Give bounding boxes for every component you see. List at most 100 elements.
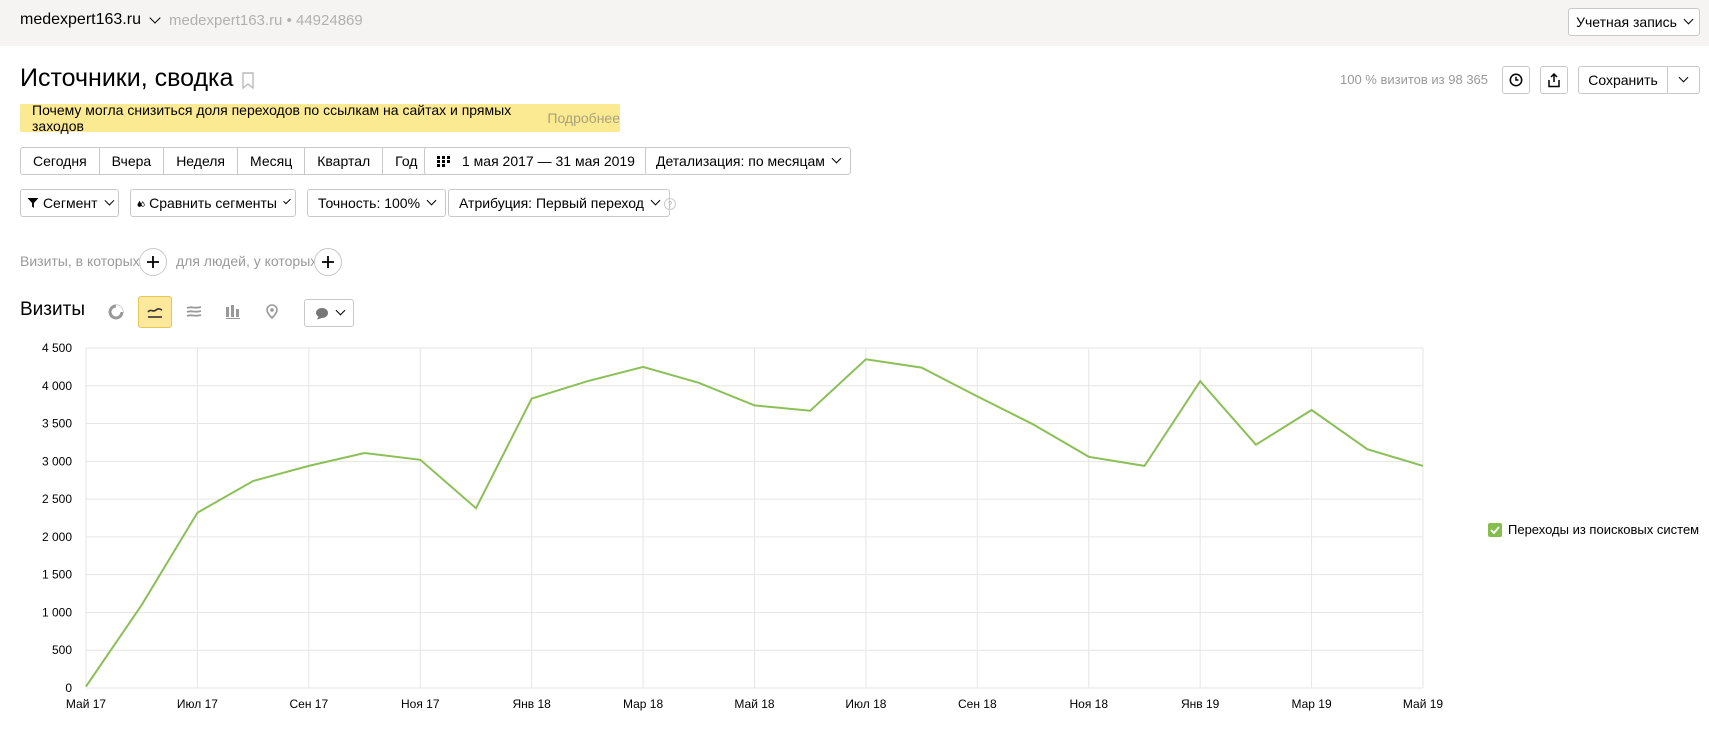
detail-label: Детализация: по месяцам [656, 153, 825, 169]
data-point[interactable] [248, 476, 258, 486]
save-dropdown-button[interactable] [1668, 66, 1700, 94]
y-tick-label: 0 [65, 681, 72, 695]
data-point[interactable] [694, 378, 704, 388]
data-point[interactable] [1028, 419, 1038, 429]
compare-drops-icon [137, 200, 145, 207]
chevron-down-icon [1678, 72, 1689, 83]
chevron-down-icon [335, 305, 345, 316]
segment-dropdown[interactable]: Сегмент [20, 189, 119, 217]
period-today[interactable]: Сегодня [21, 148, 100, 174]
area-view-button[interactable] [177, 296, 211, 328]
map-view-button[interactable] [255, 296, 289, 328]
compare-label: Сравнить сегменты [149, 195, 277, 211]
bookmark-icon[interactable] [242, 72, 254, 89]
data-point[interactable] [1362, 444, 1372, 454]
data-point[interactable] [415, 455, 425, 465]
pie-chart-icon [108, 304, 124, 320]
x-tick-label: Ноя 17 [401, 697, 440, 711]
pie-view-button[interactable] [99, 296, 133, 328]
data-point[interactable] [1195, 376, 1205, 386]
x-tick-label: Июл 17 [177, 697, 218, 711]
data-point[interactable] [861, 354, 871, 364]
data-point[interactable] [805, 406, 815, 416]
comments-dropdown[interactable] [304, 299, 354, 327]
y-tick-label: 2 000 [42, 530, 72, 544]
y-tick-label: 4 000 [42, 379, 72, 393]
data-point[interactable] [304, 461, 314, 471]
site-name: medexpert163.ru [20, 11, 141, 28]
chevron-down-icon [426, 195, 437, 206]
x-tick-label: Мар 19 [1291, 697, 1331, 711]
period-month[interactable]: Месяц [238, 148, 306, 174]
compare-segments-dropdown[interactable]: Сравнить сегменты [130, 189, 296, 217]
account-button[interactable]: Учетная запись [1568, 8, 1700, 36]
share-icon [1548, 72, 1560, 87]
y-tick-label: 2 500 [42, 492, 72, 506]
top-bar: medexpert163.ru medexpert163.ru • 449248… [0, 0, 1709, 46]
data-point[interactable] [1418, 461, 1428, 471]
x-tick-label: Янв 19 [1181, 697, 1220, 711]
notice-more-link[interactable]: Подробнее [547, 110, 620, 126]
data-point[interactable] [527, 394, 537, 404]
data-point[interactable] [192, 508, 202, 518]
notice-banner: Почему могла снизиться доля переходов по… [20, 102, 620, 134]
data-point[interactable] [360, 448, 370, 458]
period-year[interactable]: Год [383, 148, 429, 174]
x-tick-label: Сен 18 [958, 697, 997, 711]
period-quarter[interactable]: Квартал [305, 148, 384, 174]
notice-text: Почему могла снизиться доля переходов по… [32, 102, 512, 134]
site-switcher[interactable]: medexpert163.ru [20, 11, 161, 29]
period-week[interactable]: Неделя [164, 148, 239, 174]
x-tick-label: Мар 18 [623, 697, 663, 711]
history-button[interactable] [1502, 66, 1530, 94]
map-pin-icon [266, 304, 278, 320]
detail-dropdown[interactable]: Детализация: по месяцам [645, 147, 851, 175]
add-visit-condition-button[interactable] [139, 248, 167, 276]
y-tick-label: 3 000 [42, 454, 72, 468]
data-point[interactable] [81, 681, 91, 691]
data-point[interactable] [1084, 452, 1094, 462]
x-tick-label: Сен 17 [290, 697, 329, 711]
data-point[interactable] [582, 376, 592, 386]
line-view-button[interactable] [138, 296, 172, 328]
legend-label: Переходы из поисковых систем [1508, 522, 1700, 537]
period-selector: Сегодня Вчера Неделя Месяц Квартал Год [20, 147, 431, 175]
segment-label: Сегмент [42, 195, 98, 211]
plus-icon [322, 256, 334, 268]
legend-item-search-engines[interactable]: Переходы из поисковых систем [1488, 522, 1699, 537]
data-point[interactable] [750, 400, 760, 410]
export-button[interactable] [1540, 66, 1568, 94]
add-people-condition-button[interactable] [314, 248, 342, 276]
stacked-bar-icon [226, 305, 240, 319]
x-tick-label: Май 18 [734, 697, 775, 711]
data-point[interactable] [638, 362, 648, 372]
save-button[interactable]: Сохранить [1578, 66, 1668, 94]
calendar-icon [437, 155, 450, 167]
bar-view-button[interactable] [216, 296, 250, 328]
date-range-button[interactable]: 1 мая 2017 — 31 мая 2019 [424, 147, 648, 175]
chevron-down-icon [149, 11, 161, 24]
data-point[interactable] [471, 503, 481, 513]
data-point[interactable] [1139, 461, 1149, 471]
checkbox-checked-icon[interactable] [1488, 522, 1502, 537]
accuracy-label: Точность: 100% [318, 195, 421, 211]
data-point[interactable] [137, 600, 147, 610]
date-range-label: 1 мая 2017 — 31 мая 2019 [462, 153, 635, 169]
help-icon[interactable]: ? [664, 198, 676, 210]
y-tick-label: 4 500 [42, 341, 72, 355]
attribution-dropdown[interactable]: Атрибуция: Первый переход [448, 189, 670, 217]
visits-line-chart: 4 500 4 000 3 500 3 000 2 500 2 000 1 500 1 000… [42, 341, 1443, 711]
data-point[interactable] [1251, 440, 1261, 450]
page-title: Источники, сводка [20, 64, 234, 92]
accuracy-dropdown[interactable]: Точность: 100% [307, 189, 447, 217]
chart-title: Визиты [20, 299, 85, 320]
data-point[interactable] [917, 363, 927, 373]
x-tick-label: Июл 18 [845, 697, 886, 711]
data-point[interactable] [972, 391, 982, 401]
chevron-down-icon [283, 196, 291, 205]
x-tick-label: Май 17 [66, 697, 107, 711]
period-yesterday[interactable]: Вчера [100, 148, 165, 174]
stacked-area-icon [186, 306, 202, 317]
counter-info: medexpert163.ru • 44924869 [169, 12, 363, 29]
data-point[interactable] [1307, 405, 1317, 415]
